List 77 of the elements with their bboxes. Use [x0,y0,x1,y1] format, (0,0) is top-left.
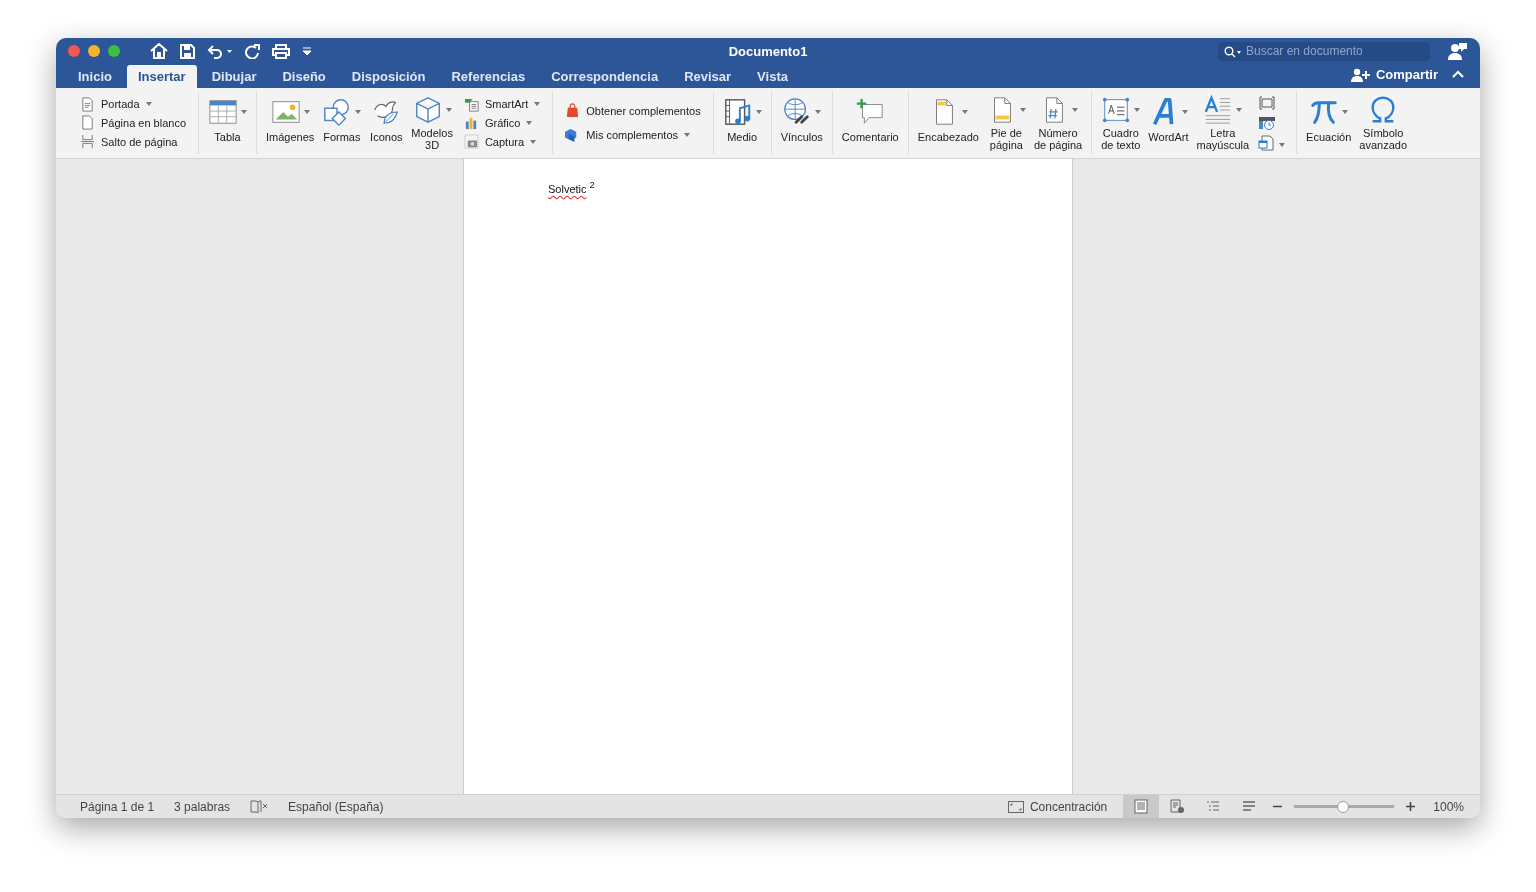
table-icon [208,97,238,127]
ribbon-button[interactable]: Letra mayúscula [1193,95,1253,151]
zoom-in-icon[interactable] [1406,802,1416,811]
ribbon-button[interactable]: SmartArt [461,95,543,113]
slider-thumb[interactable] [1337,800,1350,813]
text-box-icon [1101,95,1132,125]
undo-icon[interactable] [207,43,233,59]
focus-button[interactable]: Concentración [1001,798,1114,815]
ribbon-button[interactable]: Vínculos [777,95,826,151]
film-music-icon [722,97,753,127]
language[interactable]: Español (España) [288,799,384,814]
save-icon[interactable] [180,43,195,59]
ribbon-button[interactable]: Tabla [205,95,250,151]
window-title: Documento1 [728,43,808,59]
ribbon-button[interactable]: Comentario [838,95,902,151]
blank-page-icon [80,115,95,131]
focus-icon [1007,800,1024,813]
print-layout-icon [1133,799,1150,814]
comment-icon [855,97,886,127]
ribbon-button[interactable]: Medio [719,95,765,151]
search-icon[interactable] [1224,45,1242,58]
ribbon-tab[interactable]: Correspondencia [540,65,670,88]
draft-icon [1241,799,1258,814]
page-break-icon [80,134,95,150]
shopping-bag-icon [565,103,581,119]
ribbon-tab[interactable]: Insertar [126,65,197,88]
ribbon-button[interactable]: Imágenes [263,95,318,151]
ribbon-button[interactable]: Pie de página [983,95,1029,151]
ribbon-button[interactable]: Mis complementos [563,126,703,144]
share-button[interactable]: Compartir [1350,67,1438,88]
ribbon-tab[interactable]: Revisar [673,65,743,88]
ribbon-tab[interactable]: Vista [746,65,799,88]
document-text[interactable]: Solvetic $^{2}$ [548,183,595,195]
ribbon-button[interactable]: Encabezado [914,95,982,151]
print-icon[interactable] [272,43,290,59]
ribbon-button[interactable]: Portada [78,95,188,113]
date-time-icon[interactable] [1258,115,1277,131]
ribbon-button[interactable]: Gráfico [461,114,543,132]
ribbon-button[interactable]: Formas [319,95,365,151]
view-button[interactable] [1123,795,1160,818]
ribbon-button[interactable]: Símbolo avanzado [1356,95,1411,151]
ribbon-button[interactable]: Obtener complementos [563,102,703,120]
object-icon[interactable] [1258,135,1287,151]
ribbon-button[interactable]: Salto de página [78,133,188,151]
ribbon-tab[interactable]: Disposición [340,65,437,88]
ribbon-tab[interactable]: Inicio [67,65,123,88]
ribbon-button[interactable]: Modelos 3D [408,95,456,151]
redo-icon[interactable] [245,43,260,59]
frame-icon[interactable] [1258,95,1277,111]
customize-icon[interactable] [302,46,312,56]
collapse-icon[interactable] [1452,70,1464,78]
person-comment-icon[interactable] [1448,42,1468,60]
ribbon-tab[interactable]: Dibujar [200,65,268,88]
minimize-button[interactable] [88,45,100,57]
home-icon[interactable] [150,43,168,59]
outline-icon [1205,799,1222,814]
web-layout-icon [1169,799,1186,814]
search-field[interactable]: Buscar en documento [1218,41,1430,61]
diagram-icon [463,96,479,112]
ribbon-button[interactable]: Iconos [366,95,407,151]
bar-chart-icon [463,115,479,131]
ribbon-tab[interactable]: Referencias [440,65,537,88]
document-icon [80,96,95,112]
ribbon-button[interactable]: Número de página [1030,95,1086,151]
proofing-icon[interactable] [250,800,269,813]
ribbon-tab[interactable]: Diseño [271,65,337,88]
camera-icon [463,134,479,150]
word-count[interactable]: 3 palabras [174,799,231,814]
ribbon-button[interactable]: Captura [461,133,543,151]
zoom-button[interactable] [108,45,120,57]
ribbon-button[interactable]: Cuadro de texto [1098,95,1144,151]
page-count[interactable]: Página 1 de 1 [80,799,155,814]
ribbon-button[interactable]: Página en blanco [78,114,188,132]
ribbon-button[interactable]: Ecuación [1303,95,1355,151]
zoom-level[interactable]: 100% [1433,799,1464,814]
person-add-icon [1350,67,1371,82]
ribbon-button[interactable]: WordArt [1145,95,1192,151]
